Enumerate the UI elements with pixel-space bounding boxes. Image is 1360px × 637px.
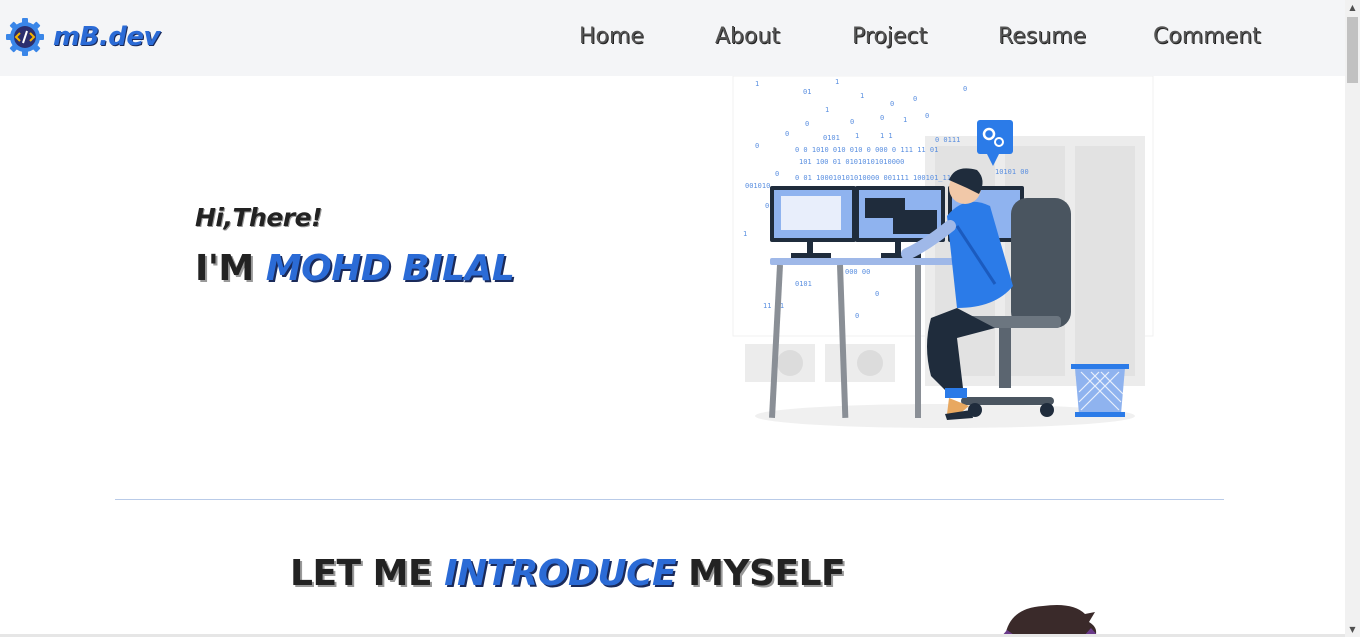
- scroll-down-arrow-icon[interactable]: ▼: [1345, 622, 1360, 637]
- svg-text:0: 0: [913, 95, 917, 103]
- brand-logo[interactable]: mB.dev: [5, 17, 160, 57]
- svg-text:1: 1: [835, 78, 839, 86]
- svg-text:0: 0: [963, 85, 967, 93]
- svg-text:10101 00: 10101 00: [995, 168, 1029, 176]
- svg-text:0 0111: 0 0111: [935, 136, 960, 144]
- nav-project[interactable]: Project: [852, 24, 927, 49]
- svg-text:1: 1: [743, 230, 747, 238]
- svg-text:0: 0: [785, 130, 789, 138]
- svg-text:0: 0: [925, 112, 929, 120]
- nav-comment[interactable]: Comment: [1153, 24, 1261, 49]
- svg-text:101 100 01 01010101010: 101 100 01 01010101010000: [799, 158, 904, 166]
- svg-text:0: 0: [855, 312, 859, 320]
- svg-text:1: 1: [855, 132, 859, 140]
- svg-text:001010: 001010: [745, 182, 770, 190]
- intro-heading-before: LET ME: [290, 553, 433, 594]
- svg-text:0101: 0101: [823, 134, 840, 142]
- svg-text:0: 0: [755, 142, 759, 150]
- hero-name-prefix: I'M: [195, 248, 254, 289]
- intro-heading-accent: INTRODUCE: [444, 553, 677, 594]
- svg-text:0: 0: [890, 100, 894, 108]
- svg-text:0: 0: [805, 120, 809, 128]
- hero-name-heading: I'M MOHD BILAL: [195, 248, 515, 289]
- nav-about[interactable]: About: [715, 24, 780, 49]
- svg-text:1 1: 1 1: [880, 132, 893, 140]
- svg-text:01: 01: [803, 88, 811, 96]
- svg-text:1: 1: [825, 106, 829, 114]
- svg-text:0101: 0101: [795, 280, 812, 288]
- svg-text:0: 0: [850, 118, 854, 126]
- svg-text:1: 1: [755, 80, 759, 88]
- svg-text:0: 0: [775, 170, 779, 178]
- nav-resume[interactable]: Resume: [998, 24, 1086, 49]
- page-scrollbar[interactable]: ▲ ▼: [1345, 0, 1360, 637]
- svg-text:0 0 1010 010 010 0 000 0: 0 0 1010 010 010 0 000 0 111 11 01: [795, 146, 938, 154]
- svg-text:1: 1: [860, 92, 864, 100]
- scroll-up-arrow-icon[interactable]: ▲: [1345, 0, 1360, 15]
- section-divider: [115, 499, 1224, 500]
- nav-home[interactable]: Home: [579, 24, 644, 49]
- svg-text:0: 0: [880, 114, 884, 122]
- intro-heading: LET ME INTRODUCE MYSELF: [290, 553, 846, 594]
- scroll-thumb[interactable]: [1347, 17, 1358, 83]
- brand-name: mB.dev: [53, 22, 160, 52]
- svg-text:000 00: 000 00: [845, 268, 870, 276]
- developer-at-desk-illustration: 10111 000 10 0 1 00 0 0101 1 1 10 0111 00 0 1…: [732, 76, 1154, 428]
- code-gear-icon: [6, 18, 44, 56]
- svg-text:0 01 100010101010000 001111: 0 01 100010101010000 001111 100101_110: [795, 174, 955, 182]
- svg-text:0: 0: [765, 202, 769, 210]
- intro-heading-after: MYSELF: [688, 553, 846, 594]
- navbar: mB.dev Home About Project Resume Comment: [0, 0, 1345, 76]
- svg-text:0: 0: [875, 290, 879, 298]
- hero-name: MOHD BILAL: [265, 248, 515, 289]
- hero-greeting: Hi,There!: [195, 203, 322, 232]
- svg-text:1: 1: [903, 116, 907, 124]
- avatar-illustration: [1001, 605, 1099, 637]
